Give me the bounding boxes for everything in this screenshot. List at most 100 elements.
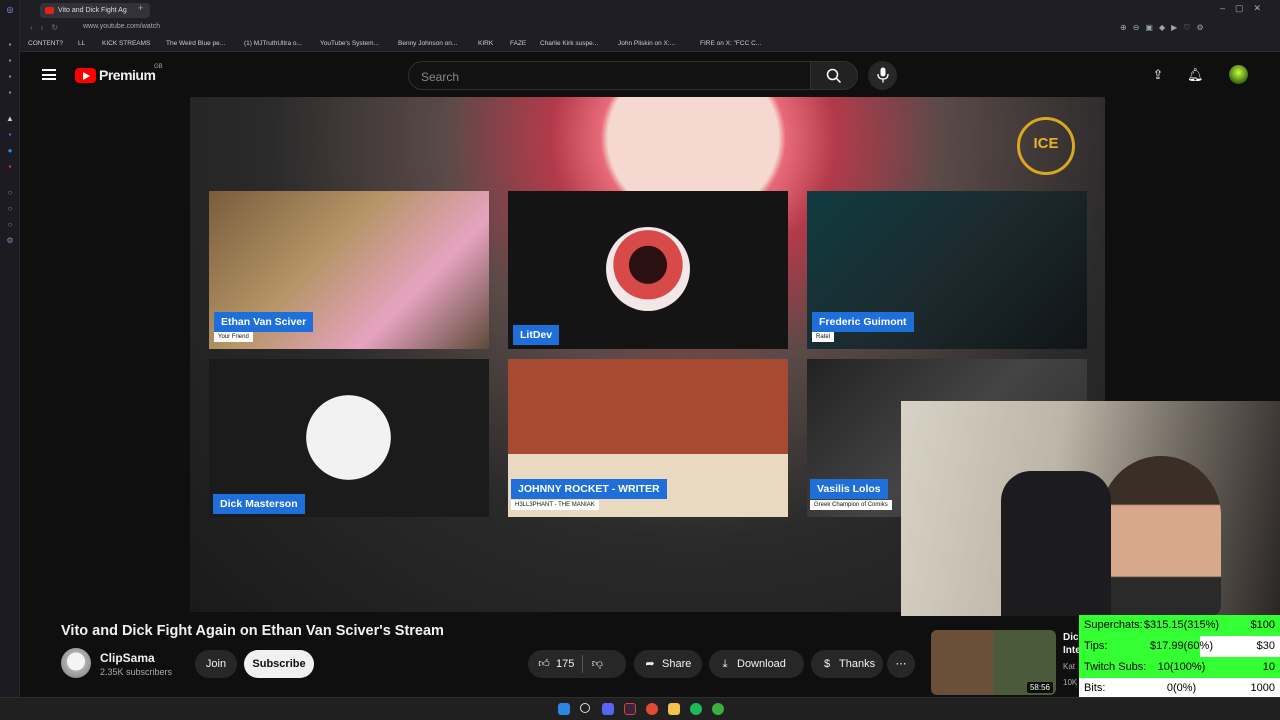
ice-logo: ICE: [1017, 117, 1075, 175]
taskbar: [0, 697, 1280, 720]
more-actions-icon[interactable]: ⋯: [887, 650, 915, 678]
spotify-icon[interactable]: [690, 703, 702, 715]
bookmark-item[interactable]: FIRE on X: "FCC C...: [700, 40, 761, 47]
share-label: Share: [662, 658, 692, 670]
download-button[interactable]: ⤓ Download: [709, 650, 804, 678]
browser-icon[interactable]: [624, 703, 636, 715]
upload-icon[interactable]: ⇪: [1151, 68, 1165, 82]
menu-icon[interactable]: [42, 69, 56, 80]
participant-tile: Dick Masterson: [209, 359, 489, 517]
bookmark-item[interactable]: YouTube's System...: [320, 40, 379, 47]
participant-tile: LitDev: [508, 191, 788, 349]
like-count[interactable]: 175: [556, 658, 574, 670]
bookmark-item[interactable]: CONTENT?: [28, 40, 63, 47]
tab-active[interactable]: Vito and Dick Fight Ag: [40, 3, 150, 18]
gaming-chair: [1001, 471, 1111, 616]
url-field[interactable]: www.youtube.com/watch: [83, 23, 160, 30]
donation-goal-row: Twitch Subs: 10(100%) 10: [1079, 657, 1280, 678]
file-explorer-icon[interactable]: [668, 703, 680, 715]
search-input[interactable]: Search: [408, 61, 811, 90]
donation-goal-target: $100: [1250, 619, 1275, 631]
share-icon: ➦: [645, 658, 655, 670]
browser-logo-icon[interactable]: ◎: [5, 5, 15, 15]
participant-name: Ethan Van Sciver: [214, 312, 314, 332]
recommended-thumbnail[interactable]: 58:56: [931, 630, 1056, 695]
thanks-icon: $: [823, 658, 831, 670]
bookmark-item[interactable]: KIRK: [478, 40, 493, 47]
youtube-logo-icon[interactable]: [75, 68, 96, 83]
participant-avatar: [306, 395, 391, 480]
new-tab-icon[interactable]: +: [138, 3, 143, 13]
messenger-icon[interactable]: ●: [5, 146, 15, 156]
bookmark-item[interactable]: KICK STREAMS: [102, 40, 150, 47]
thumbs-down-icon[interactable]: 👎︎: [591, 650, 603, 678]
window-controls[interactable]: –▢✕: [1220, 3, 1271, 14]
search-placeholder: Search: [421, 70, 460, 84]
bookmark-item[interactable]: John Pliskin on X:...: [618, 40, 675, 47]
donation-goal-value: 0(0%): [1166, 682, 1197, 694]
recommended-channel: Kat: [1063, 662, 1076, 671]
search-button[interactable]: [811, 61, 858, 90]
search-icon[interactable]: [580, 703, 590, 713]
recommended-duration: 58:56: [1026, 682, 1053, 693]
clock-icon[interactable]: ○: [5, 204, 15, 214]
video-title: Vito and Dick Fight Again on Ethan Van S…: [61, 623, 444, 639]
twitch-icon[interactable]: ▪: [5, 130, 15, 140]
settings-icon[interactable]: ⚙: [5, 236, 15, 246]
app-icon[interactable]: [646, 703, 658, 715]
recommended-subtitle[interactable]: Inte: [1063, 645, 1079, 656]
donation-goal-target: 1000: [1250, 682, 1275, 694]
bookmark-item[interactable]: (1) MJTruthUltra o...: [244, 40, 302, 47]
donation-goal-row: Bits: 0(0%) 1000: [1079, 678, 1280, 699]
logo-text[interactable]: Premium: [99, 67, 156, 83]
donation-goal-label: Tips:: [1084, 640, 1108, 652]
bell-icon[interactable]: 🔔︎: [1187, 68, 1204, 82]
extension-icons[interactable]: ⊕⊖▣◆▶♡⚙: [1120, 23, 1210, 32]
browser-sidebar: ◎ ▪ ▪ ▪ ▪ ▲ ▪ ● ▪ ○ ○ ○ ⚙: [0, 0, 20, 700]
bookmark-item[interactable]: The Weird Blue pe...: [166, 40, 225, 47]
youtube-header: Premium GB Search ⇪ 🔔︎: [20, 52, 1272, 97]
participant-name: Vasilis Lolos: [810, 479, 888, 499]
thumbs-up-icon[interactable]: 👍︎: [538, 650, 550, 678]
recommended-title[interactable]: Dic: [1063, 632, 1083, 643]
sidebar-icon[interactable]: ▪: [5, 56, 15, 66]
download-icon: ⤓: [722, 658, 728, 670]
donation-goal-value: 10(100%): [1157, 661, 1206, 673]
participant-subtitle: Your Friend: [214, 332, 253, 342]
participant-name: JOHNNY ROCKET - WRITER: [511, 479, 667, 499]
donation-goal-label: Superchats:: [1084, 619, 1143, 631]
bookmark-item[interactable]: Charlie Kirk suspe...: [540, 40, 598, 47]
avatar[interactable]: [1229, 65, 1248, 84]
like-dislike-group: 👍︎ 175 👎︎: [528, 650, 626, 678]
discord-icon[interactable]: [602, 703, 614, 715]
join-button[interactable]: Join: [195, 650, 237, 678]
participant-name: Dick Masterson: [213, 494, 305, 514]
donation-goal-label: Twitch Subs:: [1084, 661, 1147, 673]
bookmark-item[interactable]: FAZE: [510, 40, 526, 47]
bookmark-item[interactable]: Benny Johnson on...: [398, 40, 457, 47]
sidebar-icon[interactable]: ▪: [5, 40, 15, 50]
subscriber-count: 2.35K subscribers: [100, 667, 173, 677]
bookmark-item[interactable]: LL: [78, 40, 85, 47]
sidebar-icon[interactable]: ▲: [5, 114, 15, 124]
channel-avatar[interactable]: [61, 648, 91, 678]
instagram-icon[interactable]: ▪: [5, 162, 15, 172]
sidebar-icon[interactable]: ○: [5, 188, 15, 198]
thanks-button[interactable]: $ Thanks: [811, 650, 883, 678]
webcam-overlay: [901, 401, 1280, 616]
participant-tile: JOHNNY ROCKET - WRITER H3LL3PHANT - THE …: [508, 359, 788, 517]
nav-buttons[interactable]: ‹›↻: [30, 23, 66, 32]
donation-goal-label: Bits:: [1084, 682, 1106, 694]
xbox-icon[interactable]: [712, 703, 724, 715]
sidebar-icon[interactable]: ▪: [5, 72, 15, 82]
sidebar-icon[interactable]: ○: [5, 220, 15, 230]
voice-search-button[interactable]: [868, 61, 897, 90]
channel-name[interactable]: ClipSama: [100, 651, 155, 665]
donation-goal-value: $17.99(60%): [1150, 640, 1213, 652]
sidebar-icon[interactable]: ▪: [5, 88, 15, 98]
subscribe-button[interactable]: Subscribe: [244, 650, 314, 678]
share-button[interactable]: ➦ Share: [634, 650, 702, 678]
donation-goal-value: $315.15(315%): [1143, 619, 1220, 631]
windows-start-icon[interactable]: [558, 703, 570, 715]
participant-subtitle: H3LL3PHANT - THE MANIAK: [511, 500, 599, 510]
